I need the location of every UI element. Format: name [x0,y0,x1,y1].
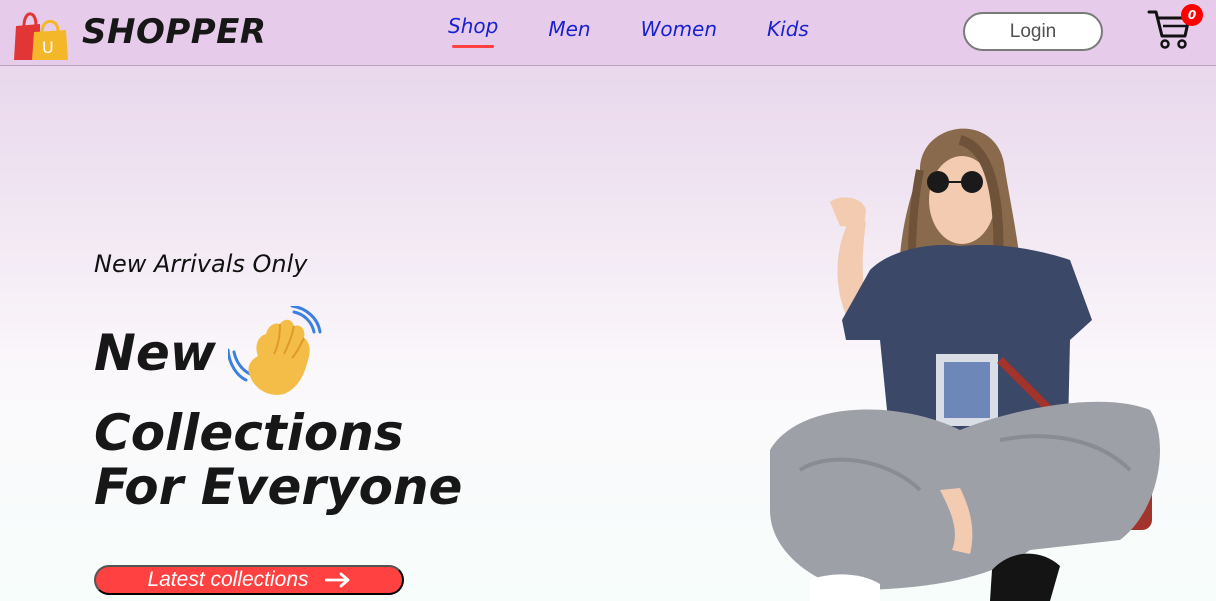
hero-headline-collections: Collections [94,404,404,462]
hero-model-image [770,110,1170,601]
latest-collections-button[interactable]: Latest collections [94,565,404,595]
logo-letter: U [42,38,54,57]
brand-name: SHOPPER [82,12,267,52]
nav-item-shop[interactable]: Shop [448,14,498,48]
hero-tagline: New Arrivals Only [94,250,308,278]
hero-headline-everyone: For Everyone [94,458,463,516]
waving-hand-icon [226,304,324,398]
nav-item-kids[interactable]: Kids [767,17,809,41]
shopping-bag-icon: U [10,4,70,60]
nav-item-men[interactable]: Men [548,17,590,41]
arrow-right-icon [324,572,349,588]
hero-headline-new: New [94,324,216,382]
cta-label: Latest collections [147,568,309,591]
navbar: U SHOPPER Shop Men Women Kids Login 0 [0,0,1216,66]
login-button[interactable]: Login [963,12,1103,51]
nav-item-women[interactable]: Women [641,17,717,41]
cart-count-badge: 0 [1181,4,1203,26]
nav-menu: Shop Men Women Kids [448,14,859,48]
cart-button[interactable]: 0 [1147,4,1203,50]
logo[interactable]: U SHOPPER [10,4,267,60]
